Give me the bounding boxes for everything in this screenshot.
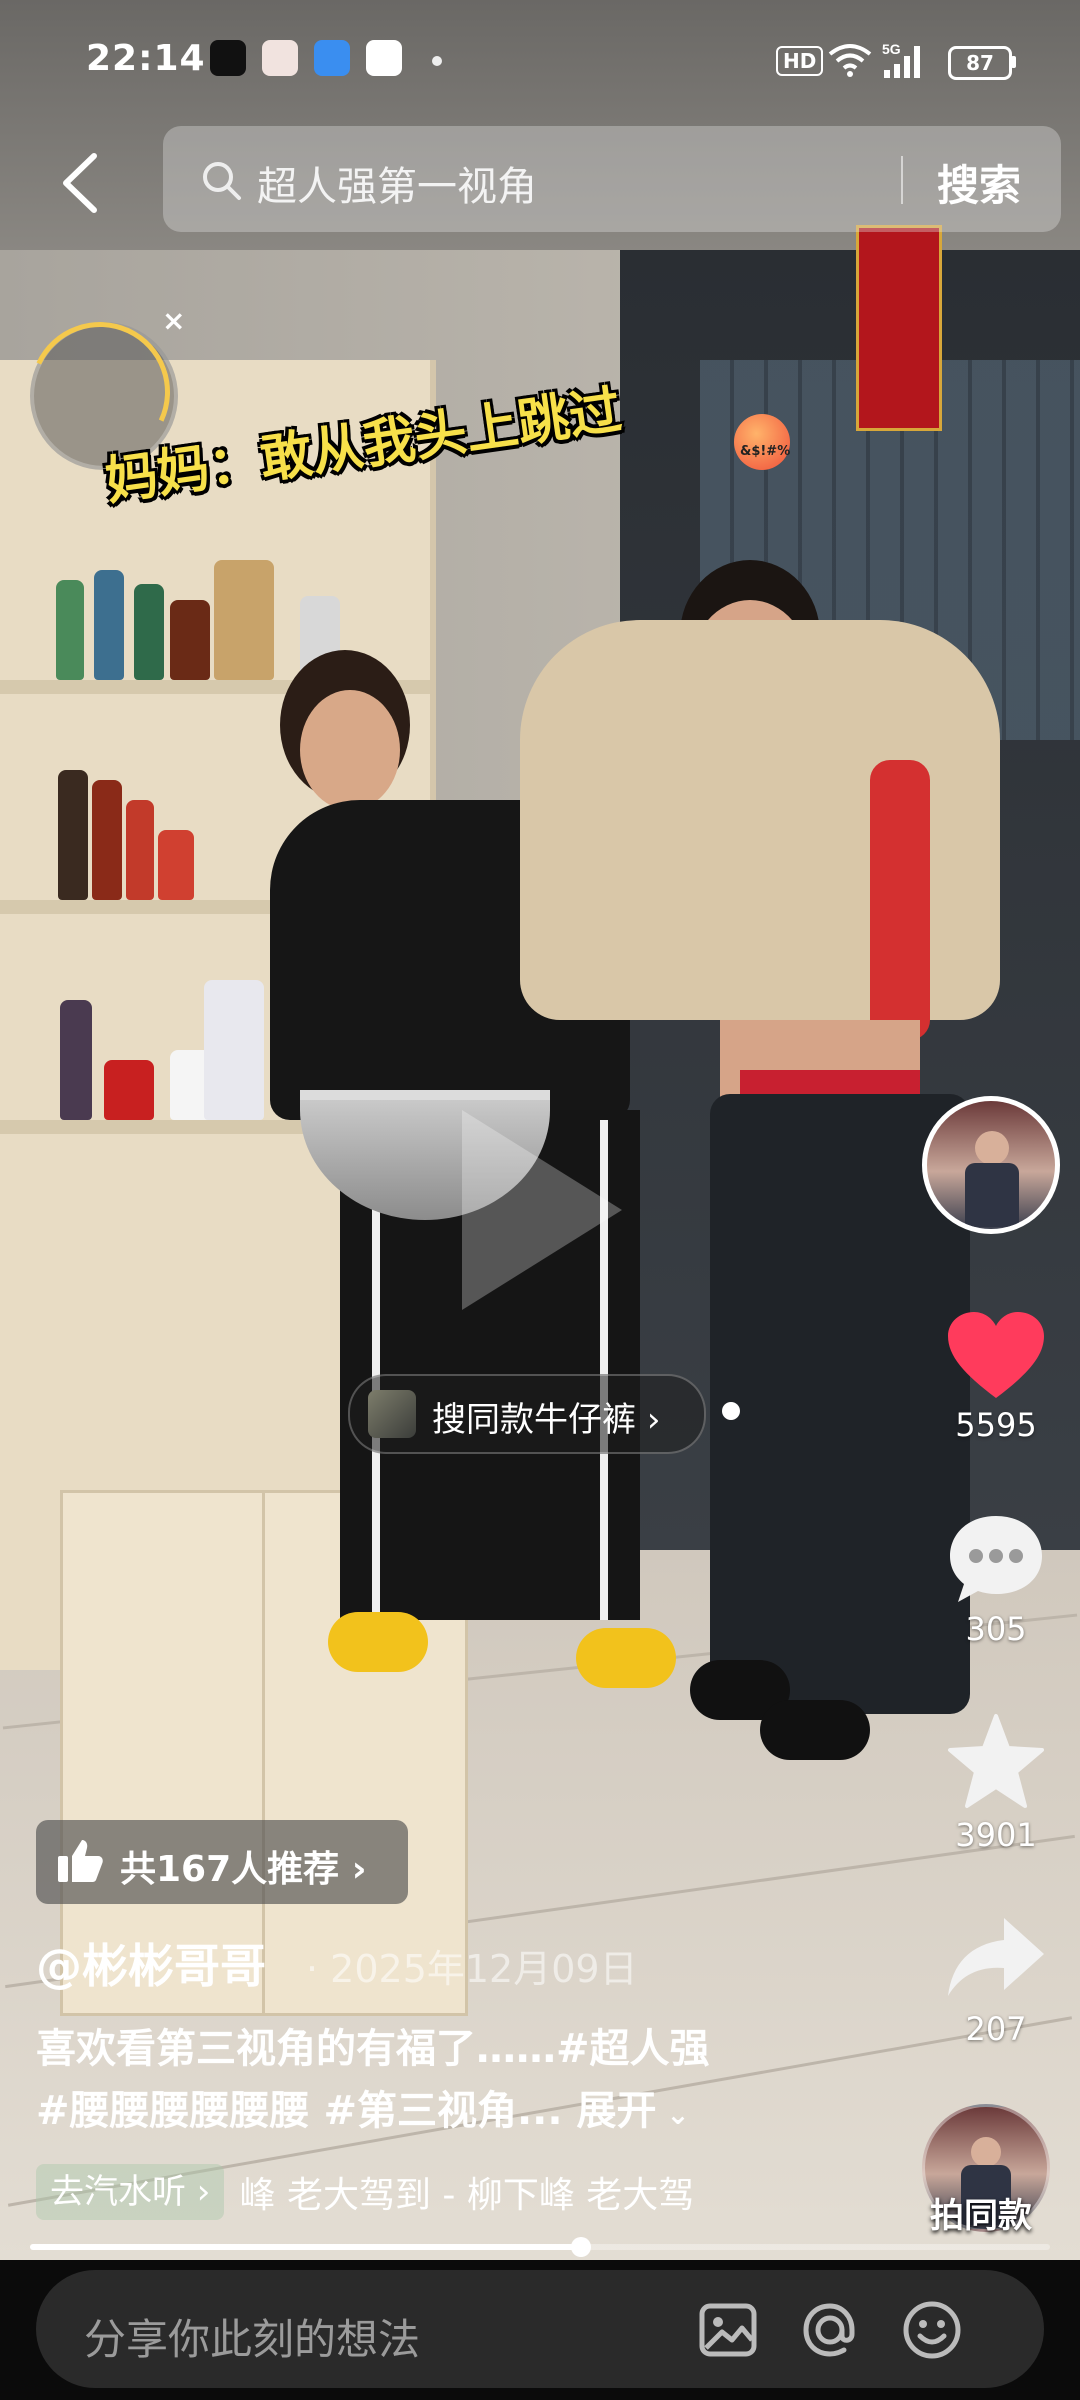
at-icon[interactable] (798, 2298, 862, 2362)
music-app-tag[interactable]: 去汽水听 › (36, 2164, 225, 2220)
video-progress-bar[interactable] (30, 2237, 1050, 2257)
avatar-notification-icon (262, 40, 298, 76)
share-icon (948, 1918, 1044, 1996)
search-input[interactable]: 超人强第一视角 (257, 154, 537, 212)
author-avatar[interactable] (922, 1096, 1060, 1234)
comment-count: 305 (965, 1610, 1027, 1648)
product-label: 搜同款牛仔裤 › (432, 1400, 661, 1440)
expand-button[interactable]: 展开 ⌄ (576, 2088, 689, 2134)
video-player[interactable] (0, 0, 1080, 2260)
star-icon (948, 1714, 1044, 1808)
share-button[interactable]: 207 (926, 1910, 1066, 2048)
battery-icon: 87 (948, 46, 1012, 80)
svg-text:5G: 5G (882, 41, 901, 57)
blue-app-notification-icon (314, 40, 350, 76)
thumb-up-icon (58, 1840, 103, 1882)
chevron-down-icon: ⌄ (656, 2098, 690, 2131)
back-icon[interactable] (54, 148, 114, 218)
like-count: 5595 (955, 1406, 1037, 1444)
post-date: · 2025年12月09日 (306, 1947, 638, 1991)
close-icon[interactable]: × (162, 304, 185, 337)
app-notification-icon (210, 40, 246, 76)
wifi-icon (828, 44, 872, 77)
play-icon (462, 1110, 622, 1310)
signal-icon: 5G (882, 41, 920, 78)
hd-icon: HD (776, 46, 824, 76)
product-indicator-dot (722, 1402, 740, 1420)
emoji-icon[interactable] (900, 2298, 964, 2362)
clock: 22:14 (86, 38, 206, 79)
search-bar[interactable]: 超人强第一视角 搜索 (163, 126, 1061, 232)
angry-emoji-icon: &$!#% (734, 414, 790, 470)
product-thumbnail (368, 1390, 416, 1438)
favorite-count: 3901 (955, 1816, 1037, 1854)
comment-input[interactable]: 分享你此刻的想法 (36, 2270, 1044, 2388)
chevron-right-icon: › (646, 1400, 661, 1440)
author-name[interactable]: @彬彬哥哥 (36, 1930, 266, 1996)
shoot-same-button[interactable]: 拍同款 (930, 2188, 1032, 2237)
comment-button[interactable]: 305 (926, 1510, 1066, 1648)
recommend-badge[interactable]: 共167人推荐 › (36, 1820, 408, 1904)
recommend-label: 共167人推荐 › (120, 1849, 367, 1890)
search-icon (203, 162, 241, 200)
battery-tip (1011, 56, 1016, 68)
like-button[interactable]: 5595 (926, 1310, 1066, 1444)
red-couplet-decoration (856, 225, 942, 431)
comment-icon (950, 1516, 1042, 1602)
favorite-button[interactable]: 3901 (926, 1712, 1066, 1854)
music-row[interactable]: 去汽水听 › 峰 老大驾到 - 柳下峰 老大驾 (36, 2164, 856, 2224)
product-search-button[interactable]: 搜同款牛仔裤 › (348, 1374, 706, 1454)
comment-placeholder: 分享你此刻的想法 (84, 2315, 421, 2364)
emoji-text: &$!#% (740, 444, 791, 459)
image-icon[interactable] (696, 2298, 760, 2362)
hashtag-link[interactable]: #超人强 (556, 2026, 710, 2072)
search-button[interactable]: 搜索 (937, 152, 1021, 213)
map-notification-icon (366, 40, 402, 76)
heart-icon (948, 1312, 1044, 1398)
video-description[interactable]: 喜欢看第三视角的有福了……#超人强 #腰腰腰腰腰腰 #第三视角... 展开 ⌄ (36, 2018, 936, 2146)
hashtags-line[interactable]: #腰腰腰腰腰腰 #第三视角... (36, 2088, 563, 2134)
status-bar: 22:14 HD 5G 87 (0, 0, 1080, 120)
progress-knob[interactable] (570, 2237, 591, 2257)
music-title-marquee: 峰 老大驾到 - 柳下峰 老大驾 (239, 2175, 695, 2216)
search-divider (901, 156, 903, 204)
more-notifications-icon (432, 56, 442, 66)
share-count: 207 (965, 2010, 1027, 2048)
progress-fill (30, 2244, 581, 2250)
